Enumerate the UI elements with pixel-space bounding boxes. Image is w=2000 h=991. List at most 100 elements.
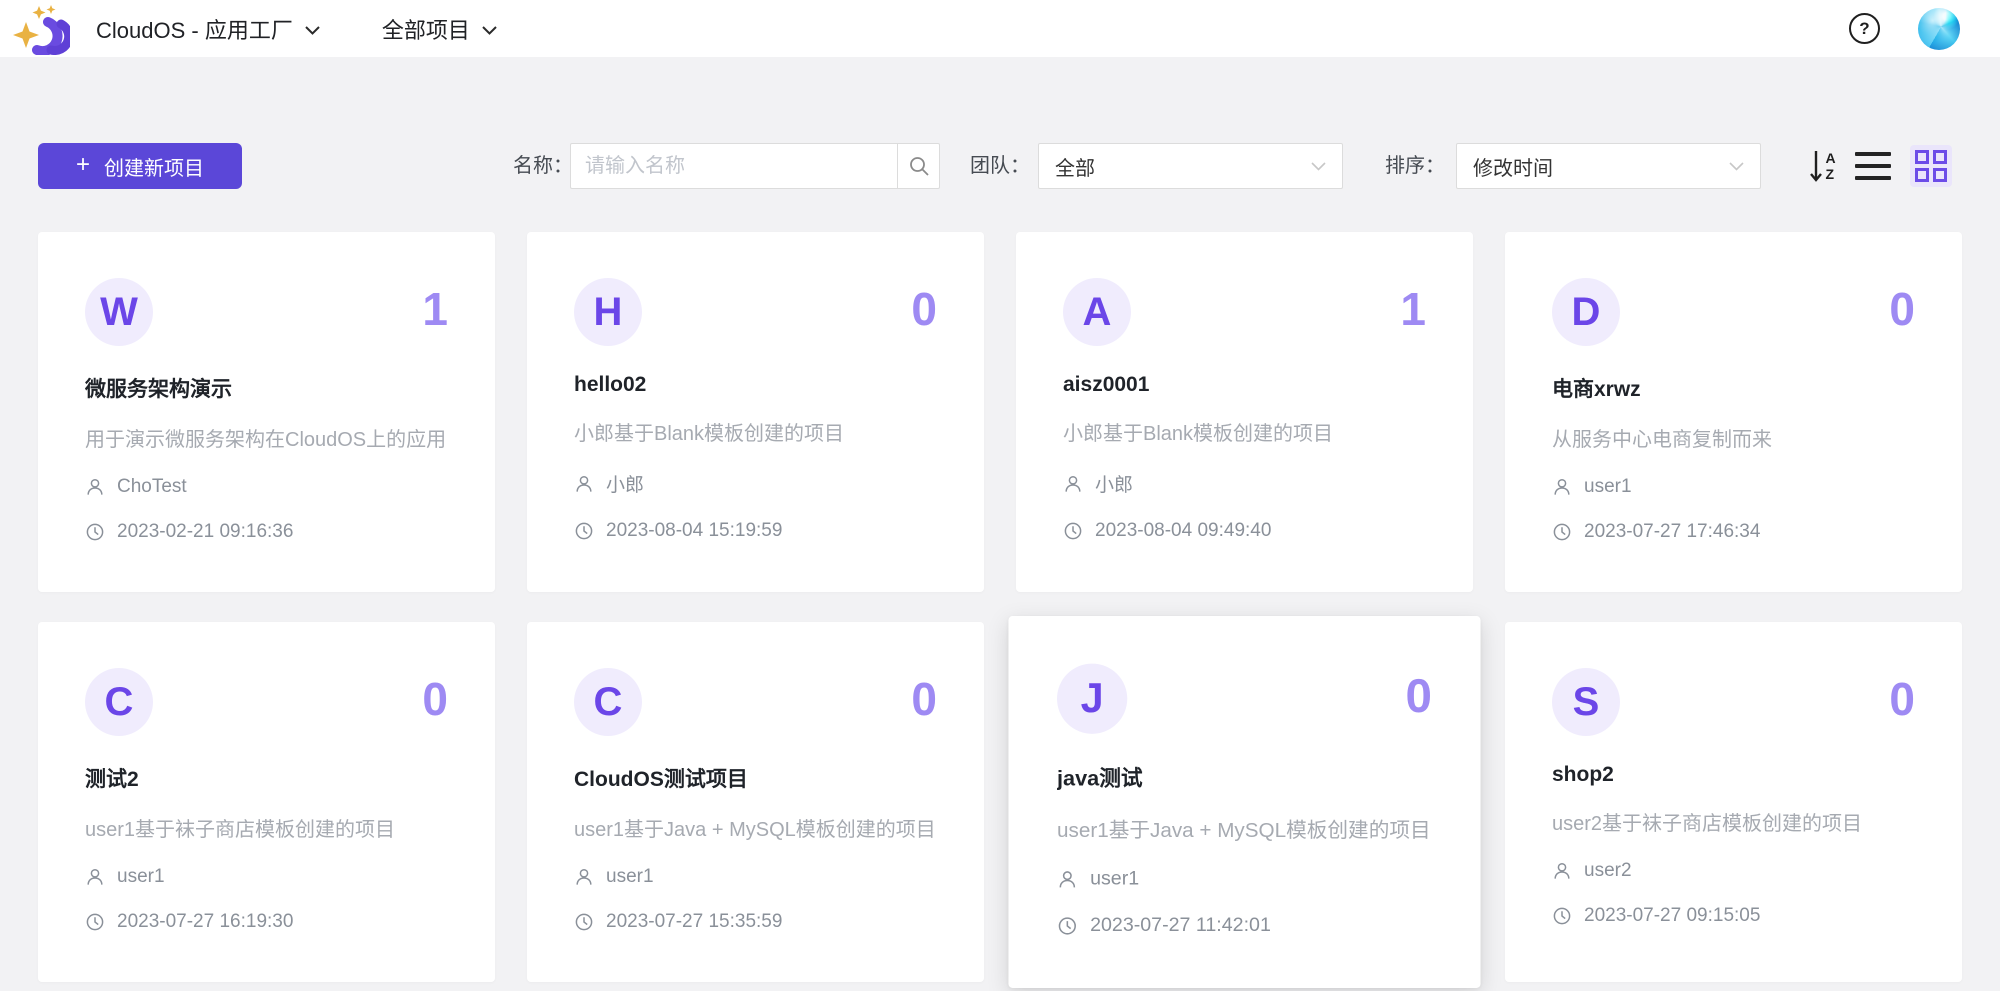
project-initial: D (1572, 290, 1601, 335)
clock-icon (1552, 906, 1572, 926)
project-initial: H (594, 290, 623, 335)
project-owner: user2 (1584, 860, 1632, 882)
clock-icon (574, 521, 594, 541)
sort-filter-label: 排序： (1385, 143, 1445, 189)
project-owner: user1 (117, 866, 165, 888)
project-scope-label: 全部项目 (382, 13, 470, 45)
project-avatar: J (1057, 664, 1127, 734)
project-description: 从服务中心电商复制而来 (1552, 423, 1915, 452)
project-avatar: W (85, 278, 153, 346)
team-filter-label: 团队： (970, 143, 1030, 189)
grid-view-icon (1915, 150, 1929, 164)
sort-select[interactable]: 修改时间 (1456, 143, 1761, 189)
project-updated-row: 2023-07-27 15:35:59 (574, 911, 937, 933)
project-owner-row: ChoTest (85, 476, 448, 498)
project-card[interactable]: S 0 shop2 user2基于袜子商店模板创建的项目 user2 2023-… (1505, 622, 1962, 982)
project-initial: C (105, 680, 134, 725)
project-card[interactable]: W 1 微服务架构演示 用于演示微服务架构在CloudOS上的应用 ChoTes… (38, 232, 495, 592)
person-icon (1063, 474, 1083, 494)
project-description: 小郎基于Blank模板创建的项目 (1063, 417, 1426, 446)
grid-view-button[interactable] (1910, 145, 1952, 187)
app-count-badge: 0 (422, 668, 448, 730)
project-title: java测试 (1057, 762, 1432, 793)
project-updated-time: 2023-08-04 15:19:59 (606, 520, 782, 542)
chevron-down-icon (482, 26, 497, 35)
clock-icon (1552, 522, 1572, 542)
list-view-icon (1855, 152, 1891, 156)
help-icon[interactable]: ? (1849, 13, 1880, 44)
team-select[interactable]: 全部 (1038, 143, 1343, 189)
sort-az-letters: AZ (1825, 150, 1835, 182)
project-title: 测试2 (85, 763, 448, 793)
person-icon (1552, 861, 1572, 881)
project-description: user1基于Java + MySQL模板创建的项目 (1057, 813, 1432, 843)
project-title: 电商xrwz (1552, 373, 1915, 403)
project-card[interactable]: D 0 电商xrwz 从服务中心电商复制而来 user1 2023-07-27 … (1505, 232, 1962, 592)
project-owner: user1 (606, 866, 654, 888)
project-card[interactable]: J 0 java测试 user1基于Java + MySQL模板创建的项目 us… (1008, 616, 1480, 988)
project-updated-time: 2023-07-27 17:46:34 (1584, 521, 1760, 543)
sort-arrow-down-icon (1810, 149, 1822, 183)
project-card[interactable]: C 0 CloudOS测试项目 user1基于Java + MySQL模板创建的… (527, 622, 984, 982)
person-icon (1057, 869, 1078, 890)
chevron-down-icon (1729, 162, 1744, 171)
project-title: CloudOS测试项目 (574, 763, 937, 793)
project-title: aisz0001 (1063, 373, 1426, 397)
project-card[interactable]: H 0 hello02 小郎基于Blank模板创建的项目 小郎 2023-08-… (527, 232, 984, 592)
search-button[interactable] (897, 143, 940, 189)
app-count-badge: 1 (1400, 278, 1426, 340)
question-mark-glyph: ? (1859, 19, 1869, 39)
project-description: user2基于袜子商店模板创建的项目 (1552, 807, 1915, 836)
project-updated-row: 2023-07-27 09:15:05 (1552, 905, 1915, 927)
project-updated-time: 2023-02-21 09:16:36 (117, 521, 293, 543)
project-avatar: H (574, 278, 642, 346)
name-search-input[interactable] (570, 143, 897, 189)
app-count-badge: 1 (422, 278, 448, 340)
project-description: 用于演示微服务架构在CloudOS上的应用 (85, 423, 448, 452)
person-icon (574, 474, 594, 494)
project-title: shop2 (1552, 763, 1915, 787)
project-card[interactable]: C 0 测试2 user1基于袜子商店模板创建的项目 user1 2023-07… (38, 622, 495, 982)
app-count-badge: 0 (911, 668, 937, 730)
clock-icon (85, 522, 105, 542)
create-project-button[interactable]: + 创建新项目 (38, 143, 242, 189)
clock-icon (85, 912, 105, 932)
project-description: 小郎基于Blank模板创建的项目 (574, 417, 937, 446)
project-avatar: D (1552, 278, 1620, 346)
project-owner-row: user1 (1057, 868, 1432, 891)
project-updated-row: 2023-07-27 16:19:30 (85, 911, 448, 933)
project-updated-row: 2023-07-27 11:42:01 (1057, 915, 1432, 938)
project-updated-row: 2023-07-27 17:46:34 (1552, 521, 1915, 543)
create-project-label: 创建新项目 (104, 152, 204, 181)
project-owner-row: 小郎 (1063, 470, 1426, 497)
project-initial: A (1083, 290, 1112, 335)
project-scope-switcher[interactable]: 全部项目 (382, 13, 497, 45)
list-view-button[interactable] (1854, 150, 1892, 182)
project-owner-row: user2 (1552, 860, 1915, 882)
project-owner-row: 小郎 (574, 470, 937, 497)
plus-icon: + (76, 153, 90, 177)
person-icon (85, 867, 105, 887)
project-initial: W (100, 290, 138, 335)
project-updated-time: 2023-07-27 09:15:05 (1584, 905, 1760, 927)
app-switcher[interactable]: CloudOS - 应用工厂 (96, 13, 320, 45)
team-select-value: 全部 (1055, 152, 1095, 181)
project-updated-row: 2023-02-21 09:16:36 (85, 521, 448, 543)
project-avatar: C (85, 668, 153, 736)
chevron-down-icon (305, 26, 320, 35)
project-owner-row: user1 (85, 866, 448, 888)
app-title: CloudOS - 应用工厂 (96, 13, 293, 45)
project-owner-row: user1 (574, 866, 937, 888)
project-owner: 小郎 (1095, 470, 1133, 497)
user-avatar[interactable] (1918, 8, 1960, 50)
project-card[interactable]: A 1 aisz0001 小郎基于Blank模板创建的项目 小郎 2023-08… (1016, 232, 1473, 592)
project-owner-row: user1 (1552, 476, 1915, 498)
project-updated-time: 2023-07-27 15:35:59 (606, 911, 782, 933)
app-count-badge: 0 (911, 278, 937, 340)
person-icon (1552, 477, 1572, 497)
person-icon (85, 477, 105, 497)
chevron-down-icon (1311, 162, 1326, 171)
app-count-badge: 0 (1889, 278, 1915, 340)
sort-az-button[interactable]: AZ (1804, 147, 1842, 185)
project-avatar: A (1063, 278, 1131, 346)
